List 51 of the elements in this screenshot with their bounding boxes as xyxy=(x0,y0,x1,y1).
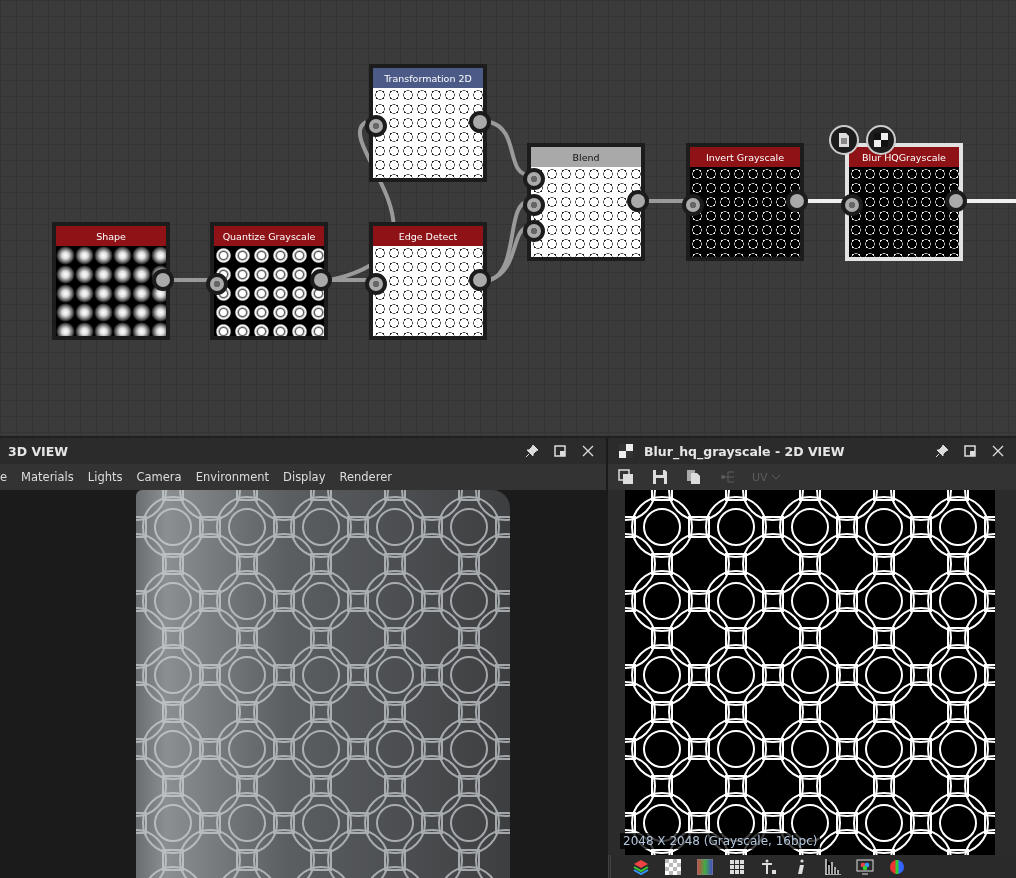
graph-node[interactable]: Blend xyxy=(527,143,645,261)
output-port[interactable] xyxy=(152,269,174,291)
menu-item[interactable]: e xyxy=(0,470,8,484)
input-port[interactable] xyxy=(365,115,387,137)
menu-item[interactable]: Renderer xyxy=(339,470,392,484)
graph-node[interactable]: Invert Grayscale xyxy=(686,143,804,261)
node-wire xyxy=(966,199,1016,203)
input-port[interactable] xyxy=(523,168,545,190)
graph-node[interactable]: Blur HQGrayscale xyxy=(845,143,963,261)
output-port[interactable] xyxy=(310,269,332,291)
node-wire xyxy=(172,278,210,282)
menu-item[interactable]: Camera xyxy=(136,470,182,484)
output-port[interactable] xyxy=(945,190,967,212)
node-title: Invert Grayscale xyxy=(690,147,800,167)
node-wire xyxy=(648,199,686,203)
panel-title: Blur_hq_grayscale - 2D VIEW xyxy=(644,443,846,459)
document-icon[interactable] xyxy=(829,125,859,155)
input-port[interactable] xyxy=(523,220,545,242)
graph-node[interactable]: Edge Detect xyxy=(369,222,487,340)
checker-icon xyxy=(616,441,636,461)
node-title: Transformation 2D xyxy=(373,68,483,88)
menu-item[interactable]: Materials xyxy=(21,470,74,484)
histogram-icon[interactable] xyxy=(823,856,843,877)
checkerboard-icon[interactable] xyxy=(663,856,683,877)
input-port[interactable] xyxy=(365,273,387,295)
input-port[interactable] xyxy=(206,273,228,295)
caret-icon xyxy=(771,474,780,480)
graph-node[interactable]: Shape xyxy=(52,222,170,340)
output-port[interactable] xyxy=(627,190,649,212)
menu-item[interactable]: Environment xyxy=(195,470,270,484)
image-info: 2048 X 2048 (Grayscale, 16bpc) xyxy=(620,833,821,849)
output-port[interactable] xyxy=(469,111,491,133)
node-title: Blend xyxy=(531,147,641,167)
input-port[interactable] xyxy=(523,194,545,216)
graph-node[interactable]: Quantize Grayscale xyxy=(210,222,328,340)
output-port[interactable] xyxy=(469,269,491,291)
node-wire xyxy=(807,199,845,203)
node-title: Edge Detect xyxy=(373,226,483,246)
graph-node[interactable]: Transformation 2D xyxy=(369,64,487,182)
menu-item[interactable]: Lights xyxy=(87,470,123,484)
node-title: Shape xyxy=(56,226,166,246)
node-title: Quantize Grayscale xyxy=(214,226,324,246)
gradient-icon[interactable] xyxy=(695,856,715,877)
windows-icon[interactable] xyxy=(616,467,636,487)
panel-title: 3D VIEW xyxy=(8,443,70,459)
menu-item[interactable]: Display xyxy=(283,470,326,484)
input-port[interactable] xyxy=(682,194,704,216)
monitor-icon[interactable] xyxy=(855,856,875,877)
input-port[interactable] xyxy=(841,194,863,216)
checker-icon[interactable] xyxy=(866,125,896,155)
output-port[interactable] xyxy=(786,190,808,212)
